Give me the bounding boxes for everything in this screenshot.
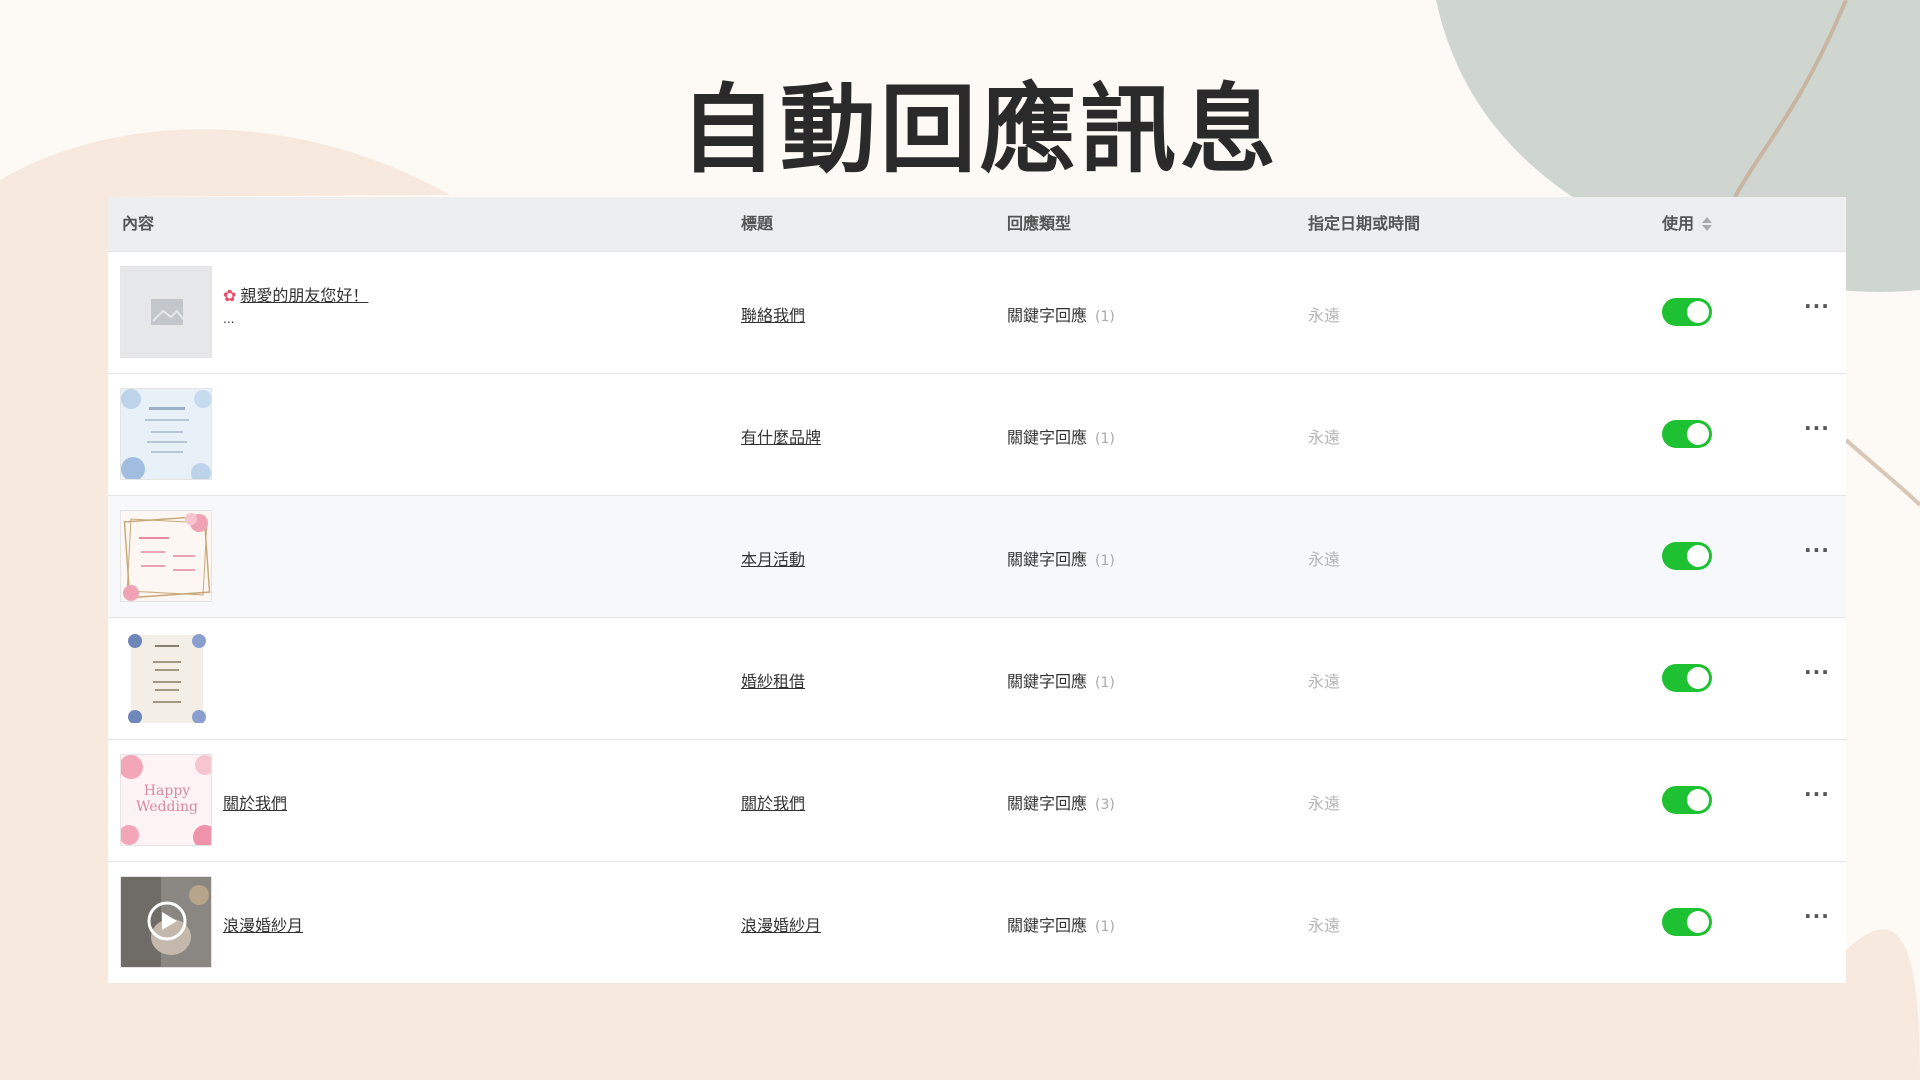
keyword-count: (1) (1095, 309, 1115, 325)
date-value: 永遠 (1308, 794, 1341, 813)
content-link[interactable]: ✿ 親愛的朋友您好！ (223, 282, 368, 306)
video-thumbnail[interactable] (120, 876, 212, 968)
reply-type-label: 關鍵字回應 (1007, 916, 1088, 935)
reply-type: 關鍵字回應 (1) (1007, 546, 1115, 570)
title-link[interactable]: 關於我們 (741, 790, 805, 814)
keyword-count: (1) (1095, 675, 1115, 691)
table-row: Happy Wedding 關於我們 關於我們 關鍵字回應 (3) 永遠 ··· (108, 739, 1846, 861)
keyword-count: (3) (1095, 797, 1115, 813)
table-row: 浪漫婚紗月 浪漫婚紗月 關鍵字回應 (1) 永遠 ··· (108, 861, 1846, 983)
reply-type-label: 關鍵字回應 (1007, 428, 1088, 447)
header-use-label: 使用 (1662, 214, 1695, 233)
reply-type-label: 關鍵字回應 (1007, 672, 1088, 691)
thumb-text-happy: Happy (144, 783, 190, 799)
placeholder-image-icon[interactable] (120, 266, 212, 358)
header-type: 回應類型 (1007, 214, 1072, 233)
enable-toggle[interactable] (1662, 542, 1712, 570)
title-link[interactable]: 聯絡我們 (741, 302, 805, 326)
title-link[interactable]: 本月活動 (741, 546, 805, 570)
enable-toggle[interactable] (1662, 786, 1712, 814)
reply-type: 關鍵字回應 (1) (1007, 424, 1115, 448)
watercolor-card-image[interactable] (120, 388, 212, 480)
sort-icon[interactable] (1702, 217, 1713, 231)
more-options-icon[interactable]: ··· (1804, 294, 1830, 318)
content-more: ... (223, 312, 235, 326)
content-link[interactable]: 浪漫婚紗月 (223, 912, 303, 936)
more-options-icon[interactable]: ··· (1804, 904, 1830, 928)
flower-icon: ✿ (223, 286, 237, 305)
reply-type: 關鍵字回應 (1) (1007, 302, 1115, 326)
reply-type: 關鍵字回應 (1) (1007, 912, 1115, 936)
more-options-icon[interactable]: ··· (1804, 660, 1830, 684)
enable-toggle[interactable] (1662, 298, 1712, 326)
date-value: 永遠 (1308, 916, 1341, 935)
floral-menu-image[interactable] (120, 632, 212, 724)
more-options-icon[interactable]: ··· (1804, 782, 1830, 806)
header-use[interactable]: 使用 (1662, 197, 1713, 251)
date-value: 永遠 (1308, 672, 1341, 691)
content-link[interactable]: 關於我們 (223, 790, 287, 814)
enable-toggle[interactable] (1662, 908, 1712, 936)
auto-reply-table: 內容 標題 回應類型 指定日期或時間 使用 ✿ 親愛的朋友您好！ ... 聯絡我們… (108, 197, 1846, 983)
more-options-icon[interactable]: ··· (1804, 416, 1830, 440)
header-date: 指定日期或時間 (1308, 214, 1421, 233)
more-options-icon[interactable]: ··· (1804, 538, 1830, 562)
table-row: 婚紗租借 關鍵字回應 (1) 永遠 ··· (108, 617, 1846, 739)
title-link[interactable]: 有什麼品牌 (741, 424, 821, 448)
happy-wedding-image[interactable]: Happy Wedding (120, 754, 212, 846)
content-text: 親愛的朋友您好！ (240, 286, 369, 305)
date-value: 永遠 (1308, 428, 1341, 447)
title-link[interactable]: 婚紗租借 (741, 668, 805, 692)
reply-type: 關鍵字回應 (1) (1007, 668, 1115, 692)
floral-frame-image[interactable] (120, 510, 212, 602)
table-header: 內容 標題 回應類型 指定日期或時間 使用 (108, 197, 1846, 251)
thumb-text-wedding: Wedding (136, 799, 198, 815)
keyword-count: (1) (1095, 919, 1115, 935)
title-link[interactable]: 浪漫婚紗月 (741, 912, 821, 936)
page-title: 自動回應訊息 (680, 73, 1280, 186)
date-value: 永遠 (1308, 306, 1341, 325)
table-row: ✿ 親愛的朋友您好！ ... 聯絡我們 關鍵字回應 (1) 永遠 ··· (108, 251, 1846, 373)
date-value: 永遠 (1308, 550, 1341, 569)
table-row: 有什麼品牌 關鍵字回應 (1) 永遠 ··· (108, 373, 1846, 495)
header-title: 標題 (741, 214, 774, 233)
reply-type-label: 關鍵字回應 (1007, 794, 1088, 813)
reply-type: 關鍵字回應 (3) (1007, 790, 1115, 814)
table-row: 本月活動 關鍵字回應 (1) 永遠 ··· (108, 495, 1846, 617)
reply-type-label: 關鍵字回應 (1007, 306, 1088, 325)
keyword-count: (1) (1095, 431, 1115, 447)
enable-toggle[interactable] (1662, 664, 1712, 692)
enable-toggle[interactable] (1662, 420, 1712, 448)
keyword-count: (1) (1095, 553, 1115, 569)
header-content: 內容 (122, 214, 155, 233)
reply-type-label: 關鍵字回應 (1007, 550, 1088, 569)
